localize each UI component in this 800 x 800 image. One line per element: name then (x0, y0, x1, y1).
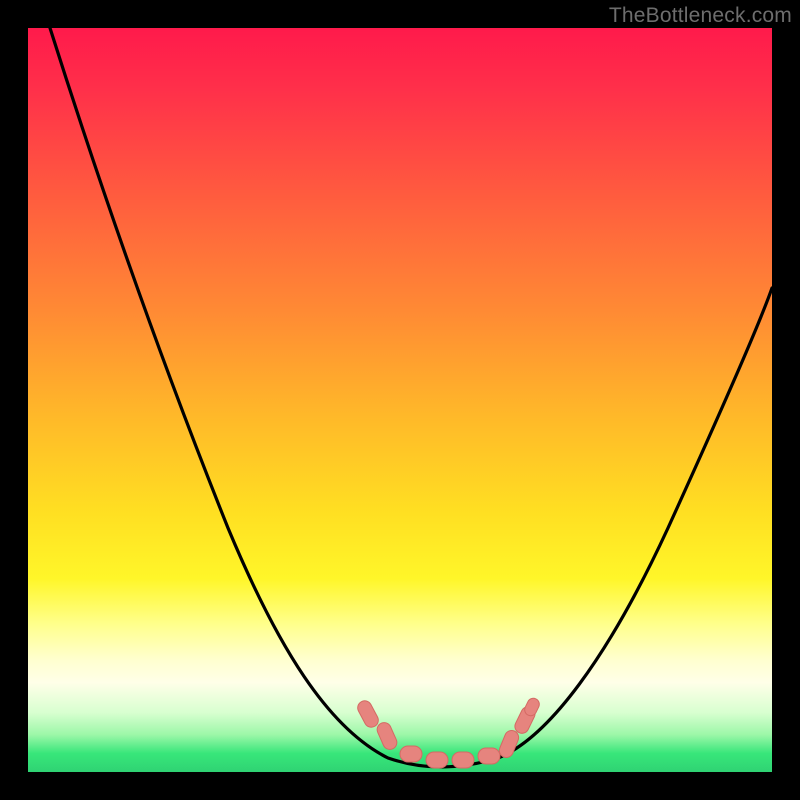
curve-layer (28, 28, 772, 772)
outer-frame: TheBottleneck.com (0, 0, 800, 800)
watermark-text: TheBottleneck.com (609, 4, 792, 28)
gradient-plot-area (28, 28, 772, 772)
bottleneck-curve (50, 28, 772, 767)
